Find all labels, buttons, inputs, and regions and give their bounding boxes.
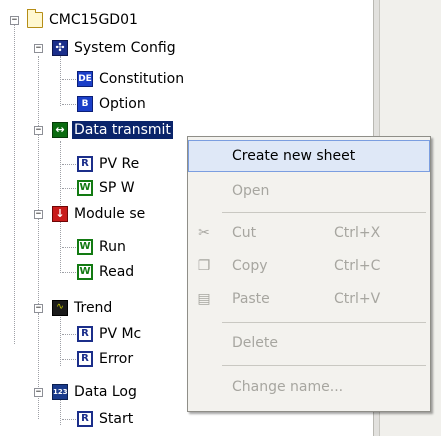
menu-item-shortcut: Ctrl+C <box>334 258 381 274</box>
collapse-toggle[interactable]: − <box>34 304 43 313</box>
write-icon: W <box>77 239 93 255</box>
option-icon: B <box>77 96 93 112</box>
menu-item-paste[interactable]: ▤ Paste Ctrl+V <box>188 283 430 315</box>
read-icon: R <box>77 156 93 172</box>
write-icon: W <box>77 180 93 196</box>
menu-item-label: Copy <box>232 258 268 274</box>
menu-item-label: Open <box>232 183 270 199</box>
tree-node-root[interactable]: CMC15GD01 <box>27 9 140 31</box>
tree-node-label: Constitution <box>99 71 185 87</box>
menu-item-label: Change name... <box>232 379 344 395</box>
data-transmit-icon: ↔ <box>52 122 68 138</box>
tree-node-label: Start <box>99 411 134 427</box>
tree-node-pv-monitor[interactable]: R PV Mc <box>77 323 143 345</box>
tree-node-run[interactable]: W Run <box>77 236 128 258</box>
tree-connector <box>60 56 61 106</box>
menu-item-shortcut: Ctrl+V <box>334 291 381 307</box>
copy-icon: ❐ <box>197 258 211 274</box>
menu-item-label: Create new sheet <box>232 148 356 164</box>
tree-node-label: Module se <box>74 206 146 222</box>
folder-icon <box>27 9 43 28</box>
menu-item-delete[interactable]: Delete <box>188 327 430 359</box>
menu-item-label: Paste <box>232 291 270 307</box>
tree-node-read[interactable]: W Read <box>77 261 136 283</box>
context-menu: Create new sheet Open ✂ Cut Ctrl+X ❐ Cop… <box>187 136 431 412</box>
read-icon: R <box>77 326 93 342</box>
tree-node-label: Run <box>99 239 126 255</box>
collapse-toggle[interactable]: − <box>10 16 19 25</box>
tree-node-label: Data Log <box>74 384 137 400</box>
tree-node-system-config[interactable]: ✣ System Config <box>52 37 178 59</box>
tree-node-pv-read[interactable]: R PV Re <box>77 153 141 175</box>
trend-icon: ∿ <box>52 300 68 316</box>
tree-connector <box>38 314 39 419</box>
clipboard-icon: ▤ <box>197 291 211 307</box>
tree-node-label: System Config <box>74 40 176 56</box>
read-icon: R <box>77 351 93 367</box>
tree-node-label: Data transmit <box>72 121 173 139</box>
tree-node-label: Error <box>99 351 134 367</box>
system-config-icon: ✣ <box>52 40 68 56</box>
tree-node-option[interactable]: B Option <box>77 93 148 115</box>
tree-node-label: PV Re <box>99 156 140 172</box>
menu-item-shortcut: Ctrl+X <box>334 225 381 241</box>
tree-node-constitution[interactable]: DE Constitution <box>77 68 186 90</box>
tree-node-label: Option <box>99 96 146 112</box>
tree-node-label: Read <box>99 264 135 280</box>
collapse-toggle[interactable]: − <box>34 126 43 135</box>
menu-separator <box>222 212 426 213</box>
tree-node-label: SP W <box>99 180 135 196</box>
data-log-icon: 123 <box>52 384 68 400</box>
tree-connector <box>60 217 61 273</box>
module-icon: ↓ <box>52 206 68 222</box>
menu-item-open[interactable]: Open <box>188 175 430 207</box>
menu-item-copy[interactable]: ❐ Copy Ctrl+C <box>188 250 430 282</box>
tree-node-start[interactable]: R Start <box>77 408 135 430</box>
tree-node-module[interactable]: ↓ Module se <box>52 203 147 225</box>
menu-item-change-name[interactable]: Change name... <box>188 371 430 403</box>
tree-node-error[interactable]: R Error <box>77 348 135 370</box>
menu-item-label: Cut <box>232 225 257 241</box>
write-icon: W <box>77 264 93 280</box>
menu-item-cut[interactable]: ✂ Cut Ctrl+X <box>188 217 430 249</box>
menu-separator <box>222 322 426 323</box>
tree-node-label: CMC15GD01 <box>49 12 138 28</box>
read-icon: R <box>77 411 93 427</box>
constitution-icon: DE <box>77 71 93 87</box>
scissors-icon: ✂ <box>198 225 210 241</box>
collapse-toggle[interactable]: − <box>34 388 43 397</box>
tree-node-trend[interactable]: ∿ Trend <box>52 297 114 319</box>
menu-item-label: Delete <box>232 335 278 351</box>
tree-node-sp-write[interactable]: W SP W <box>77 177 137 199</box>
menu-separator <box>222 365 426 366</box>
tree-node-data-transmit[interactable]: ↔ Data transmit <box>52 119 173 141</box>
tree-connector <box>14 24 15 344</box>
tree-node-label: PV Mc <box>99 326 142 342</box>
tree-connector <box>38 56 39 314</box>
tree-node-label: Trend <box>74 300 113 316</box>
collapse-toggle[interactable]: − <box>34 210 43 219</box>
tree-node-data-log[interactable]: 123 Data Log <box>52 381 139 403</box>
menu-item-create-new-sheet[interactable]: Create new sheet <box>188 140 430 172</box>
collapse-toggle[interactable]: − <box>34 44 43 53</box>
